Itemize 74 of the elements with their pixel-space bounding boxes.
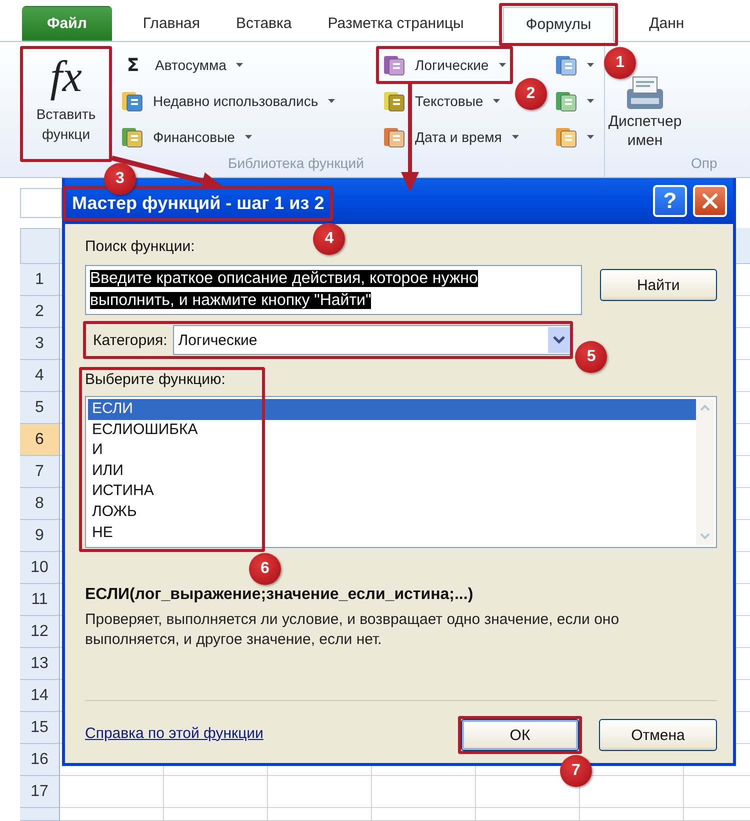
list-item[interactable]: И <box>88 440 696 461</box>
list-item[interactable]: ЛОЖЬ <box>88 502 696 523</box>
field-label: Категория: <box>93 332 168 348</box>
row-header[interactable]: 7 <box>20 456 60 488</box>
insert-function-button[interactable]: fx Вставить функци <box>22 48 110 160</box>
caret-icon <box>512 135 519 139</box>
book-icon <box>555 54 577 76</box>
function-description: Проверяет, выполняется ли условие, и возвращает одно значение, если оно выполняется, и другое значение, если нет. <box>85 610 620 650</box>
book-icon <box>383 90 405 112</box>
category-dropdown[interactable]: Логические <box>173 325 572 355</box>
ribbon-tab[interactable]: Главная <box>128 6 215 41</box>
ribbon-button[interactable]: Σ Автосумма <box>118 50 246 80</box>
book-icon <box>555 90 577 112</box>
field-label: Выберите функцию: <box>85 371 226 388</box>
caret-icon <box>587 135 594 139</box>
ribbon-tab[interactable]: Вставка <box>221 6 307 41</box>
book-icon <box>383 54 405 76</box>
row-header[interactable]: 12 <box>20 616 60 648</box>
help-link[interactable]: Справка по этой функции <box>85 724 264 742</box>
ribbon-button[interactable]: Логические <box>380 50 509 80</box>
window-title: Мастер функций - шаг 1 из 2 <box>63 186 334 220</box>
row-header[interactable]: 8 <box>20 488 60 520</box>
find-button[interactable]: Найти <box>600 269 717 301</box>
list-item[interactable]: НЕ <box>88 522 696 544</box>
row-header[interactable]: 3 <box>20 328 60 360</box>
search-field[interactable]: Введите краткое описание действия, которое нужно выполнить, и нажмите кнопку "Найти" <box>85 265 582 315</box>
caret-icon <box>587 99 594 103</box>
list-item[interactable]: ЕСЛИОШИБКА <box>88 420 696 440</box>
row-header[interactable]: 17 <box>20 776 60 808</box>
close-icon <box>702 193 718 209</box>
row-header[interactable]: 11 <box>20 584 60 616</box>
row-header[interactable]: 15 <box>20 712 60 744</box>
ok-button[interactable]: ОК <box>461 719 579 751</box>
list-item[interactable]: ИЛИ <box>88 460 696 482</box>
caret-icon <box>328 99 336 103</box>
book-icon <box>383 126 405 148</box>
caret-icon <box>498 63 506 67</box>
name-manager-button[interactable]: Диспетчер имен <box>605 76 685 156</box>
ribbon-button[interactable]: Недавно использовались <box>118 86 338 116</box>
ribbon-button[interactable]: Дата и время <box>380 122 522 152</box>
ribbon-tab[interactable]: Разметка страницы <box>312 6 479 41</box>
function-signature: ЕСЛИ(лог_выражение;значение_если_истина;...) <box>85 586 474 604</box>
group-label: Библиотека функций <box>228 155 364 173</box>
field-label: Поиск функции: <box>85 238 195 255</box>
ribbon-tab[interactable]: Данн <box>634 6 700 41</box>
file-tab[interactable]: Файл <box>22 6 112 41</box>
caret-icon <box>587 63 594 67</box>
row-header[interactable]: 9 <box>20 520 60 552</box>
cancel-button[interactable]: Отмена <box>599 719 717 751</box>
ribbon-button[interactable]: Текстовые <box>380 86 504 116</box>
row-header[interactable]: 13 <box>20 648 60 680</box>
row-header[interactable]: 14 <box>20 680 60 712</box>
chevron-down-icon <box>553 336 566 344</box>
caret-icon <box>236 63 244 67</box>
close-button[interactable] <box>693 185 727 217</box>
ribbon-button[interactable]: Финансовые <box>118 122 255 152</box>
book-icon <box>555 126 577 148</box>
row-header[interactable]: 5 <box>20 392 60 424</box>
row-header[interactable]: 16 <box>20 744 60 776</box>
list-item[interactable]: ИСТИНА <box>88 481 696 502</box>
book-icon <box>121 126 143 148</box>
row-header[interactable]: 1 <box>20 264 60 296</box>
list-item[interactable]: ЕСЛИ <box>88 399 696 420</box>
caret-icon <box>493 99 500 103</box>
book-icon <box>121 90 143 112</box>
group-label: Опр <box>691 155 718 173</box>
row-header[interactable]: 2 <box>20 296 60 328</box>
ribbon-tab[interactable]: Формулы <box>502 7 614 42</box>
row-header[interactable]: 6 <box>20 424 60 456</box>
scrollbar[interactable] <box>696 399 714 545</box>
caret-icon <box>244 135 252 139</box>
help-button[interactable]: ? <box>653 185 687 217</box>
row-header[interactable]: 10 <box>20 552 60 584</box>
row-header[interactable]: 4 <box>20 360 60 392</box>
